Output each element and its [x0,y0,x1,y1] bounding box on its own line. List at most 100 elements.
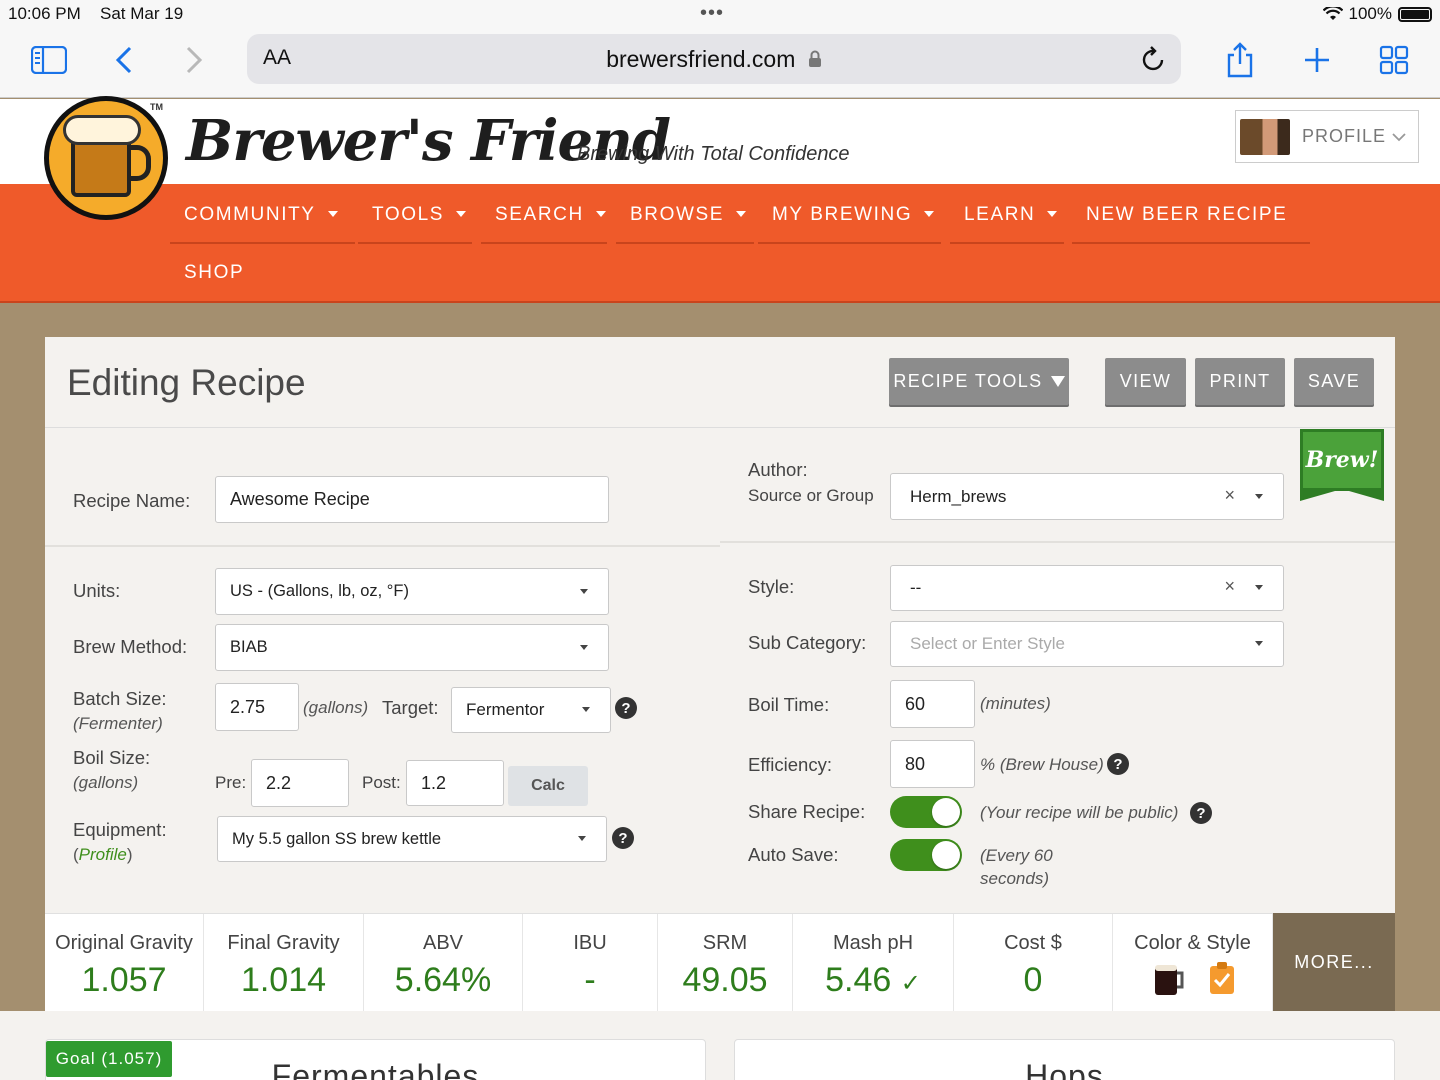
tagline: Brewing With Total Confidence [577,143,850,165]
share-recipe-note: (Your recipe will be public) [980,803,1179,822]
trademark: TM [150,102,163,112]
clear-icon[interactable]: × [1224,485,1235,506]
chevron-down-icon [1392,132,1406,141]
tabs-overview-icon[interactable] [1374,40,1414,80]
nav-tools[interactable]: TOOLS [358,198,472,244]
more-button[interactable]: MORE... [1273,913,1395,1011]
new-tab-icon[interactable] [1297,40,1337,80]
stat-title: SRM [702,932,748,954]
stat-value: 49.05 [682,961,768,999]
stat-value: 0 [1023,961,1043,999]
share-recipe-toggle[interactable] [890,796,962,828]
print-button[interactable]: PRINT [1195,358,1285,405]
clipboard-check-icon [1209,962,1234,994]
stat-ibu[interactable]: IBU - [523,914,658,1012]
efficiency-input[interactable]: 80 [890,740,975,788]
profile-button[interactable]: PROFILE [1235,110,1419,163]
post-boil-input[interactable]: 1.2 [406,760,504,806]
stat-value: - [584,961,596,999]
clear-icon[interactable]: × [1224,576,1235,597]
equipment-help-icon[interactable]: ? [612,827,634,849]
equipment-label: Equipment: [73,819,167,840]
pre-boil-input[interactable]: 2.2 [251,759,349,807]
equipment-select[interactable]: My 5.5 gallon SS brew kettle [217,816,607,862]
nav-my-brewing[interactable]: MY BREWING [758,198,941,244]
boil-time-value: 60 [905,693,926,714]
multitasking-dots-icon[interactable]: ••• [700,2,724,25]
share-icon[interactable] [1220,40,1260,80]
batch-size-value: 2.75 [230,696,266,717]
brew-badge[interactable]: Brew! [1300,429,1384,491]
goal-badge[interactable]: Goal (1.057) [46,1041,172,1077]
author-select[interactable]: Herm_brews × [890,473,1284,520]
nav-learn[interactable]: LEARN [950,198,1064,244]
stat-cost[interactable]: Cost $ 0 [954,914,1113,1012]
stat-original-gravity[interactable]: Original Gravity 1.057 [45,914,204,1012]
stat-title: Original Gravity [55,932,193,954]
caret-down-icon [924,211,935,217]
hops-card: Hops [734,1039,1395,1080]
stat-title: Color & Style [1134,932,1251,954]
recipe-tools-button[interactable]: RECIPE TOOLS [889,358,1069,405]
hops-heading: Hops [1025,1058,1104,1080]
forward-icon[interactable] [174,40,214,80]
view-button[interactable]: VIEW [1105,358,1186,405]
reload-icon[interactable] [1141,45,1167,73]
paren-close: ) [126,845,133,864]
address-bar[interactable]: AA brewersfriend.com [247,34,1181,84]
stat-color-style[interactable]: Color & Style [1113,914,1273,1012]
back-icon[interactable] [104,40,144,80]
mug-handle-shape [129,145,151,181]
batch-help-icon[interactable]: ? [615,697,637,719]
units-select[interactable]: US - (Gallons, lb, oz, °F) [215,568,609,615]
share-help-icon[interactable]: ? [1190,802,1212,824]
efficiency-help-icon[interactable]: ? [1107,753,1129,775]
caret-down-icon [736,211,747,217]
calc-button[interactable]: Calc [508,766,588,806]
recipe-name-input[interactable]: Awesome Recipe [215,476,609,523]
status-right: 100% [1322,4,1432,24]
auto-save-label: Auto Save: [748,844,839,865]
status-bar: 10:06 PM Sat Mar 19 ••• 100% [0,0,1440,30]
nav-search-label: SEARCH [495,204,584,225]
boil-time-input[interactable]: 60 [890,680,975,728]
equipment-profile-link[interactable]: Profile [79,845,127,864]
batch-size-unit: (gallons) [303,698,369,717]
nav-new-beer-recipe[interactable]: NEW BEER RECIPE [1072,198,1310,244]
sidebar-icon[interactable] [29,40,69,80]
author-label: Author: [748,459,808,480]
boil-size-label: Boil Size: [73,747,151,768]
nav-community[interactable]: COMMUNITY [170,198,355,244]
save-button[interactable]: SAVE [1294,358,1374,405]
brewers-friend-logo[interactable] [44,96,168,220]
stat-srm[interactable]: SRM 49.05 [658,914,793,1012]
batch-size-input[interactable]: 2.75 [215,683,299,731]
battery-percent: 100% [1348,4,1392,23]
stat-mash-ph[interactable]: Mash pH 5.46 ✓ [793,914,954,1012]
url-text[interactable]: brewersfriend.com [247,46,1181,73]
brew-method-select[interactable]: BIAB [215,624,609,671]
recipe-name-value: Awesome Recipe [230,489,370,509]
source-group-label: Source or Group [748,486,874,505]
nav-search[interactable]: SEARCH [481,198,607,244]
sub-category-select[interactable]: Select or Enter Style [890,621,1284,667]
style-select[interactable]: -- × [890,565,1284,611]
nav-learn-label: LEARN [964,204,1036,225]
post-boil-value: 1.2 [421,772,447,793]
stat-title: Cost $ [1004,932,1062,954]
auto-save-toggle[interactable] [890,839,962,871]
target-select[interactable]: Fermentor [451,687,611,733]
stat-final-gravity[interactable]: Final Gravity 1.014 [204,914,364,1012]
avatar [1240,118,1290,155]
nav-browse[interactable]: BROWSE [616,198,754,244]
caret-down-icon [1255,641,1263,646]
stat-value: 1.014 [240,961,327,999]
stat-abv[interactable]: ABV 5.64% [364,914,523,1012]
nav-community-label: COMMUNITY [184,204,316,225]
lock-icon [808,50,821,67]
batch-size-sublabel: (Fermenter) [73,714,163,733]
nav-shop[interactable]: SHOP [184,262,244,284]
pre-boil-value: 2.2 [266,772,292,793]
batch-size-label: Batch Size: [73,688,167,709]
post-label: Post: [362,773,401,792]
